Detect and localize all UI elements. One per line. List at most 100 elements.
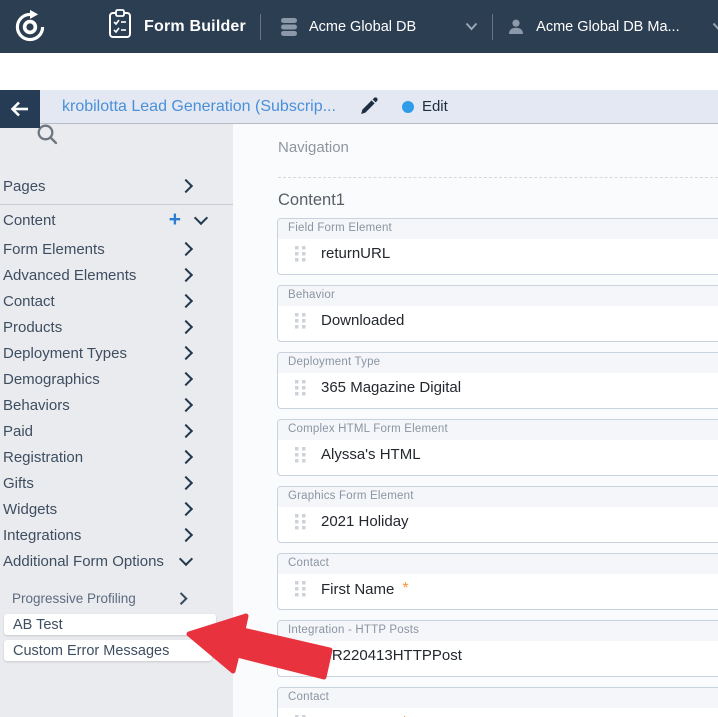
sidebar-item-content[interactable]: Content +: [0, 207, 233, 233]
chevron-down-icon: [194, 211, 208, 225]
sidebar-item-paid[interactable]: Paid: [0, 418, 233, 444]
sidebar: Pages Content + Form Elements Advanced E…: [0, 123, 233, 717]
card-value: Downloaded: [321, 312, 404, 329]
sidebar-item-gifts[interactable]: Gifts: [0, 470, 233, 496]
database-icon: [280, 17, 298, 37]
sidebar-item-registration[interactable]: Registration: [0, 444, 233, 470]
sidebar-item-label: Gifts: [3, 475, 34, 492]
card-category: Field Form Element: [278, 219, 718, 239]
chevron-right-icon: [179, 242, 193, 256]
sidebar-item-label: Deployment Types: [3, 345, 127, 362]
chevron-right-icon: [179, 294, 193, 308]
chevron-right-icon: [179, 476, 193, 490]
database-chevron-down-icon[interactable]: [465, 22, 478, 31]
edit-status-label: Edit: [422, 98, 448, 115]
sidebar-item-label: Additional Form Options: [3, 553, 164, 570]
sidebar-item-form-elements[interactable]: Form Elements: [0, 236, 233, 262]
sidebar-item-label: Registration: [3, 449, 83, 466]
drag-handle-icon[interactable]: [295, 648, 306, 664]
chevron-right-icon: [179, 372, 193, 386]
app-title: Form Builder: [144, 18, 246, 36]
sidebar-item-label: Demographics: [3, 371, 100, 388]
card-category: Graphics Form Element: [278, 487, 718, 507]
user-icon: [507, 18, 525, 36]
card-value: returnURL: [321, 245, 390, 262]
sidebar-item-label: Pages: [3, 178, 46, 195]
card-value: 365 Magazine Digital: [321, 379, 461, 396]
card-value: CR220413HTTPPost: [321, 647, 462, 664]
topbar-divider: [492, 14, 493, 40]
sidebar-item-label: Advanced Elements: [3, 267, 136, 284]
app-logo-icon[interactable]: [12, 9, 48, 45]
form-element-card-downloaded[interactable]: Behavior Downloaded: [277, 285, 718, 342]
user-selector[interactable]: Acme Global DB Ma...: [507, 18, 679, 36]
topbar: Form Builder Acme Global DB Acme Global …: [0, 0, 718, 53]
drag-handle-icon[interactable]: [295, 581, 306, 597]
card-category: Integration - HTTP Posts: [278, 621, 718, 641]
drag-handle-icon[interactable]: [295, 380, 306, 396]
chevron-right-icon: [179, 398, 193, 412]
form-element-card-returnurl[interactable]: Field Form Element returnURL: [277, 218, 718, 275]
sidebar-item-label: Contact: [3, 293, 55, 310]
chevron-right-icon: [179, 320, 193, 334]
chevron-right-icon: [179, 528, 193, 542]
user-chevron-down-icon[interactable]: [712, 22, 718, 31]
sidebar-item-advanced-elements[interactable]: Advanced Elements: [0, 262, 233, 288]
user-selector-label: Acme Global DB Ma...: [536, 19, 679, 35]
sidebar-item-label: Form Elements: [3, 241, 105, 258]
group-title: Content1: [278, 191, 345, 210]
chevron-right-icon: [175, 592, 187, 604]
sidebar-item-label: Integrations: [3, 527, 81, 544]
sidebar-item-additional-form-options[interactable]: Additional Form Options: [0, 548, 233, 574]
form-element-card-alyssas-html[interactable]: Complex HTML Form Element Alyssa's HTML: [277, 419, 718, 476]
section-divider: [278, 177, 718, 178]
form-element-card-http-post[interactable]: Integration - HTTP Posts CR220413HTTPPos…: [277, 620, 718, 677]
sidebar-item-label: Behaviors: [3, 397, 70, 414]
sidebar-item-widgets[interactable]: Widgets: [0, 496, 233, 522]
add-content-icon[interactable]: +: [169, 210, 181, 230]
form-element-card-2021-holiday[interactable]: Graphics Form Element 2021 Holiday: [277, 486, 718, 543]
sidebar-item-ab-test[interactable]: AB Test: [4, 614, 216, 635]
drag-handle-icon[interactable]: [295, 447, 306, 463]
card-category: Deployment Type: [278, 353, 718, 373]
drag-handle-icon[interactable]: [295, 514, 306, 530]
search-icon[interactable]: [36, 133, 59, 150]
section-title: Navigation: [278, 139, 349, 156]
back-button[interactable]: [0, 90, 40, 128]
sidebar-item-label: Products: [3, 319, 62, 336]
edit-status-dot: [402, 101, 414, 113]
card-value: Alyssa's HTML: [321, 446, 421, 463]
chevron-right-icon: [179, 450, 193, 464]
form-element-card-365-magazine-digital[interactable]: Deployment Type 365 Magazine Digital: [277, 352, 718, 409]
sidebar-item-label: Content: [3, 212, 56, 229]
card-category: Contact: [278, 688, 718, 708]
sidebar-item-label: Widgets: [3, 501, 57, 518]
form-element-card-last-name[interactable]: Contact Last Name *: [277, 687, 718, 717]
chevron-right-icon: [179, 268, 193, 282]
sidebar-item-contact[interactable]: Contact: [0, 288, 233, 314]
sidebar-item-demographics[interactable]: Demographics: [0, 366, 233, 392]
card-value: First Name: [321, 581, 394, 598]
form-title[interactable]: krobilotta Lead Generation (Subscrip...: [62, 98, 336, 116]
sidebar-item-deployment-types[interactable]: Deployment Types: [0, 340, 233, 366]
drag-handle-icon[interactable]: [295, 313, 306, 329]
sidebar-item-custom-error-messages[interactable]: Custom Error Messages: [4, 640, 212, 661]
sidebar-item-pages[interactable]: Pages: [0, 173, 233, 199]
form-canvas: Navigation Content1 Field Form Element r…: [233, 123, 718, 717]
chevron-right-icon: [179, 424, 193, 438]
sidebar-item-integrations[interactable]: Integrations: [0, 522, 233, 548]
sidebar-item-behaviors[interactable]: Behaviors: [0, 392, 233, 418]
database-selector[interactable]: Acme Global DB: [280, 17, 416, 37]
topbar-divider: [260, 14, 261, 40]
sidebar-item-label: Custom Error Messages: [13, 643, 169, 659]
sidebar-item-progressive-profiling[interactable]: Progressive Profiling: [0, 586, 233, 610]
card-value: 2021 Holiday: [321, 513, 409, 530]
drag-handle-icon[interactable]: [295, 246, 306, 262]
form-element-card-first-name[interactable]: Contact First Name *: [277, 553, 718, 610]
card-category: Complex HTML Form Element: [278, 420, 718, 440]
chevron-right-icon: [179, 502, 193, 516]
sidebar-item-label: Paid: [3, 423, 33, 440]
edit-pencil-icon[interactable]: [358, 97, 378, 117]
sidebar-content-list: Form Elements Advanced Elements Contact …: [0, 236, 233, 574]
sidebar-item-products[interactable]: Products: [0, 314, 233, 340]
